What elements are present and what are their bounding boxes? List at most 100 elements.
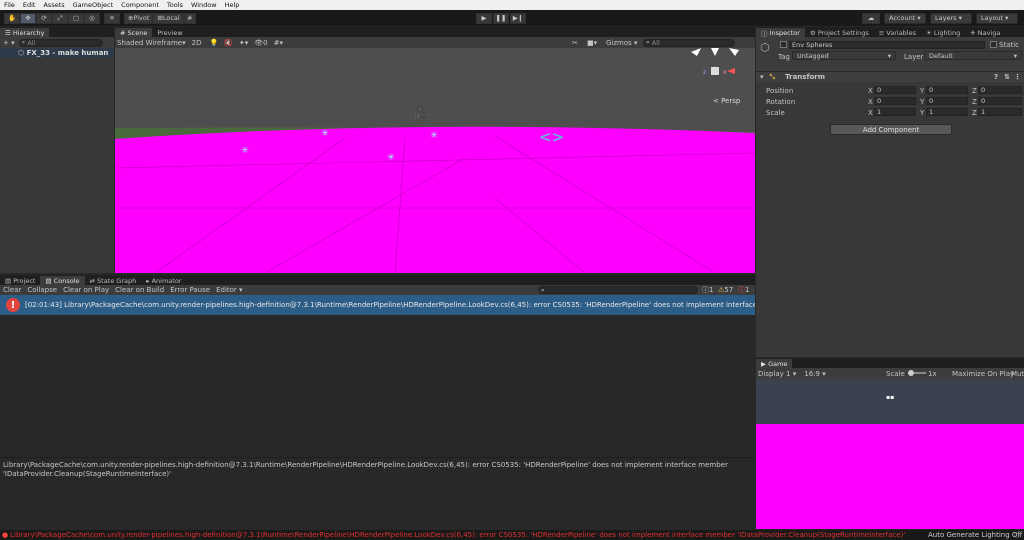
- layout-dropdown[interactable]: Layout ▾: [976, 12, 1018, 24]
- aspect-dropdown[interactable]: 16:9 ▾: [804, 370, 825, 378]
- tab-lighting[interactable]: ☀ Lighting: [921, 28, 965, 37]
- tab-console[interactable]: ▤ Console: [40, 276, 85, 285]
- tag-dropdown[interactable]: Untagged ▾: [792, 51, 896, 60]
- audio-toggle-icon[interactable]: 🔇: [224, 39, 233, 47]
- clear-button[interactable]: Clear: [3, 286, 21, 294]
- position-y-field[interactable]: 0: [926, 86, 968, 94]
- grid-toggle-icon[interactable]: #▾: [274, 39, 283, 47]
- info-count-toggle[interactable]: ⓘ1: [702, 285, 713, 295]
- hidden-objects-icon[interactable]: 👁0: [254, 39, 267, 47]
- scale-y-field[interactable]: 1: [926, 108, 968, 116]
- warning-count-toggle[interactable]: ⚠57: [718, 286, 733, 294]
- layer-dropdown[interactable]: Default ▾: [924, 51, 1022, 60]
- add-component-button[interactable]: Add Component: [830, 124, 952, 135]
- clear-on-build-button[interactable]: Clear on Build: [115, 286, 164, 294]
- tab-game[interactable]: ▶ Game: [756, 359, 793, 368]
- position-z-field[interactable]: 0: [978, 86, 1022, 94]
- clear-on-play-button[interactable]: Clear on Play: [63, 286, 109, 294]
- shading-mode-dropdown[interactable]: Shaded Wireframe▾: [117, 39, 186, 47]
- inspector-tabstrip: ⓘ Inspector ⚙ Project Settings ≡ Variabl…: [756, 27, 1024, 38]
- tab-navigation[interactable]: ✈ Naviga: [965, 28, 1005, 37]
- tab-inspector[interactable]: ⓘ Inspector: [756, 28, 805, 38]
- tab-hierarchy[interactable]: ☰ Hierarchy: [0, 28, 50, 37]
- reflection-probe-icon[interactable]: <>: [539, 128, 564, 146]
- editor-dropdown[interactable]: Editor ▾: [216, 286, 242, 294]
- gizmos-dropdown[interactable]: Gizmos ▾: [606, 39, 638, 47]
- scale-tool-button[interactable]: ⤢: [52, 12, 68, 24]
- help-icon[interactable]: ?: [994, 73, 998, 81]
- account-dropdown[interactable]: Account ▾: [884, 12, 926, 24]
- camera-icon[interactable]: 🎥: [414, 106, 434, 122]
- object-name-field[interactable]: Env Spheres: [789, 41, 985, 49]
- static-checkbox[interactable]: [990, 41, 997, 48]
- custom-tool-button[interactable]: ✕: [104, 12, 120, 24]
- lighting-toggle-icon[interactable]: 💡: [209, 39, 218, 47]
- step-button[interactable]: ▶❙: [510, 12, 526, 24]
- maximize-on-play-toggle[interactable]: Maximize On Play: [952, 370, 1014, 378]
- grid-snap-button[interactable]: #: [183, 12, 196, 24]
- display-dropdown[interactable]: Display 1 ▾: [758, 370, 796, 378]
- rotation-y-field[interactable]: 0: [926, 97, 968, 105]
- rotate-tool-button[interactable]: ⟳: [36, 12, 52, 24]
- menu-file[interactable]: File: [4, 1, 15, 9]
- console-log-entry[interactable]: ! [02:01:43] Library\PackageCache\com.un…: [0, 295, 755, 315]
- context-menu-icon[interactable]: ⋮: [1014, 73, 1021, 81]
- scale-x-field[interactable]: 1: [874, 108, 916, 116]
- light-probe-icon[interactable]: ✳: [430, 131, 438, 141]
- preset-icon[interactable]: ⇅: [1004, 73, 1010, 81]
- hierarchy-add-button[interactable]: + ▾: [3, 39, 15, 47]
- layers-dropdown[interactable]: Layers ▾: [930, 12, 972, 24]
- menu-help[interactable]: Help: [225, 1, 240, 9]
- menu-gameobject[interactable]: GameObject: [73, 1, 114, 9]
- scale-z-field[interactable]: 1: [978, 108, 1022, 116]
- tab-preview[interactable]: Preview: [152, 28, 187, 37]
- perspective-label[interactable]: < Persp: [713, 97, 740, 105]
- move-tool-button[interactable]: ✥: [20, 12, 36, 24]
- pause-button[interactable]: ❚❚: [493, 12, 509, 24]
- game-viewport[interactable]: ▪▪: [756, 379, 1024, 529]
- transform-header[interactable]: ▾ ⤡ Transform ? ⇅ ⋮: [756, 71, 1024, 82]
- rotation-x-field[interactable]: 0: [874, 97, 916, 105]
- cloud-button[interactable]: ☁: [862, 12, 880, 24]
- tab-variables[interactable]: ≡ Variables: [874, 28, 921, 37]
- tab-project-settings[interactable]: ⚙ Project Settings: [805, 28, 874, 37]
- error-count-toggle[interactable]: ⓘ1: [738, 285, 749, 295]
- tab-project[interactable]: ▤ Project: [0, 276, 40, 285]
- menu-component[interactable]: Component: [121, 1, 159, 9]
- toggle-2d-button[interactable]: 2D: [192, 39, 202, 47]
- rotation-z-field[interactable]: 0: [978, 97, 1022, 105]
- light-probe-icon[interactable]: ✳: [387, 153, 395, 163]
- foldout-arrow-icon[interactable]: ▾: [760, 73, 764, 81]
- position-x-field[interactable]: 0: [874, 86, 916, 94]
- error-pause-button[interactable]: Error Pause: [170, 286, 210, 294]
- mute-audio-toggle[interactable]: Mute: [1011, 370, 1024, 378]
- menu-window[interactable]: Window: [191, 1, 217, 9]
- play-button[interactable]: ▶: [476, 12, 492, 24]
- collapse-button[interactable]: Collapse: [27, 286, 57, 294]
- hierarchy-search-input[interactable]: ⌕ All: [18, 38, 103, 47]
- local-toggle[interactable]: ⊞ Local: [153, 12, 184, 24]
- effects-toggle-icon[interactable]: ✦▾: [239, 39, 248, 47]
- menu-assets[interactable]: Assets: [43, 1, 64, 9]
- menu-edit[interactable]: Edit: [23, 1, 36, 9]
- orientation-gizmo[interactable]: z x: [689, 48, 741, 86]
- status-message[interactable]: Library\PackageCache\com.unity.render-pi…: [10, 531, 910, 539]
- menu-tools[interactable]: Tools: [167, 1, 183, 9]
- tools-icon[interactable]: ✂: [572, 39, 578, 47]
- hand-tool-button[interactable]: ✋: [4, 12, 20, 24]
- light-probe-icon[interactable]: ✳: [321, 129, 329, 139]
- camera-settings-icon[interactable]: ■▾: [587, 39, 597, 47]
- active-checkbox[interactable]: [780, 41, 787, 48]
- light-probe-icon[interactable]: ✳: [241, 146, 249, 156]
- pivot-toggle[interactable]: ⊕ Pivot: [124, 12, 154, 24]
- tab-animator[interactable]: ▸ Animator: [141, 276, 186, 285]
- scene-viewport[interactable]: ✳ ✳ ✳ ✳ 🎥 <> z x < Persp: [115, 48, 755, 273]
- tab-scene[interactable]: # Scene: [115, 28, 153, 37]
- tab-state-graph[interactable]: ⇄ State Graph: [85, 276, 142, 285]
- scale-slider-thumb[interactable]: [908, 370, 914, 376]
- transform-tool-button[interactable]: ◎: [84, 12, 100, 24]
- console-search-input[interactable]: ⌕: [538, 286, 698, 294]
- rect-tool-button[interactable]: ▢: [68, 12, 84, 24]
- scene-search-input[interactable]: ⌕ All: [643, 38, 735, 47]
- hierarchy-item[interactable]: ⬡ FX_33 - make human: [0, 48, 114, 58]
